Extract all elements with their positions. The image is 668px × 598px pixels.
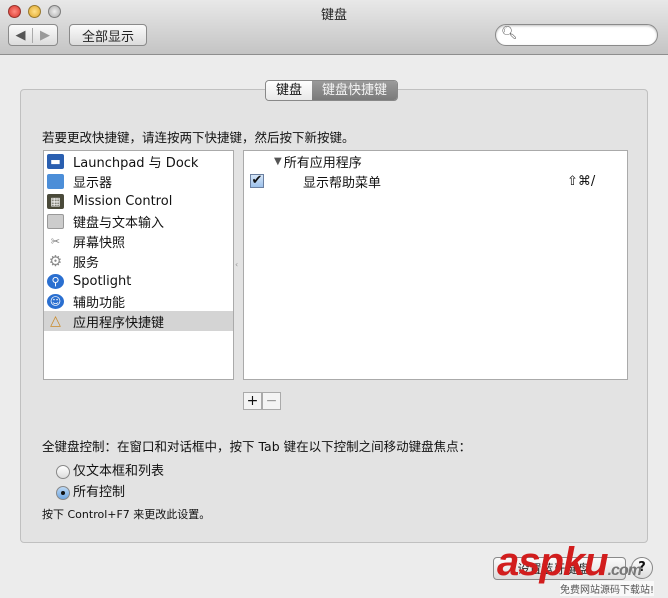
disclosure-triangle-icon[interactable]: ▼ <box>274 156 282 167</box>
screenshot-icon: ✂ <box>50 234 61 248</box>
search-icon: 🔍︎ <box>501 26 518 41</box>
group-all-applications[interactable]: ▼ 所有应用程序 <box>244 151 627 171</box>
mission-control-icon: ▦ <box>47 193 64 209</box>
accessibility-icon: ☺ <box>47 293 64 309</box>
back-forward-control: ◀ ▶ <box>8 24 58 46</box>
radio-selected-icon[interactable] <box>56 485 70 500</box>
watermark-logo: aspku.com <box>497 540 642 584</box>
keyboard-icon <box>47 213 64 229</box>
shortcut-list[interactable]: ▼ 所有应用程序 ✔ 显示帮助菜单 ⇧⌘/ <box>243 150 628 380</box>
sidebar-item-services[interactable]: ⚙ 服务 <box>44 251 233 271</box>
sidebar-item-screenshots[interactable]: ✂ 屏幕快照 <box>44 231 233 251</box>
tab-keyboard[interactable]: 键盘 <box>266 81 313 100</box>
shortcut-checkbox[interactable]: ✔ <box>250 174 264 188</box>
remove-button[interactable]: − <box>262 392 281 410</box>
app-shortcuts-icon: △ <box>50 313 61 329</box>
sidebar-item-keyboard-text[interactable]: 键盘与文本输入 <box>44 211 233 231</box>
display-icon <box>47 173 64 189</box>
sidebar-item-mission-control[interactable]: ▦ Mission Control <box>44 191 233 211</box>
radio-all-controls[interactable]: 所有控制 <box>56 481 125 500</box>
back-button[interactable]: ◀ <box>9 27 33 43</box>
sidebar-item-launchpad-dock[interactable]: ▬ Launchpad 与 Dock <box>44 151 233 171</box>
split-handle[interactable]: ‹ <box>235 260 238 269</box>
sidebar-item-spotlight[interactable]: ⚲ Spotlight <box>44 271 233 291</box>
category-list[interactable]: ▬ Launchpad 与 Dock 显示器 ▦ Mission Control 键… <box>43 150 234 380</box>
search-input[interactable]: 🔍︎ <box>495 24 658 46</box>
forward-button[interactable]: ▶ <box>33 28 57 43</box>
shortcut-keys[interactable]: ⇧⌘/ <box>567 174 595 189</box>
full-keyboard-note: 按下 Control+F7 来更改此设置。 <box>42 508 211 521</box>
sidebar-item-app-shortcuts[interactable]: △ 应用程序快捷键 <box>44 311 233 331</box>
title-bar: 键盘 ◀ ▶ 全部显示 🔍︎ <box>0 0 668 55</box>
radio-text-boxes-lists[interactable]: 仅文本框和列表 <box>56 460 164 479</box>
watermark-subtext: 免费网站源码下载站! <box>560 581 655 596</box>
tab-bar: 键盘 键盘快捷键 <box>265 80 399 101</box>
window-title: 键盘 <box>320 8 347 23</box>
add-button[interactable]: + <box>243 392 262 410</box>
sidebar-item-display[interactable]: 显示器 <box>44 171 233 191</box>
gear-icon: ⚙ <box>48 252 63 270</box>
tab-keyboard-shortcuts[interactable]: 键盘快捷键 <box>312 81 398 100</box>
instruction-text: 若要更改快捷键，请连按两下快捷键，然后按下新按键。 <box>42 130 355 145</box>
show-all-button[interactable]: 全部显示 <box>69 24 147 46</box>
radio-icon[interactable] <box>56 464 70 479</box>
spotlight-icon: ⚲ <box>47 273 64 289</box>
shortcut-row[interactable]: ✔ 显示帮助菜单 ⇧⌘/ <box>244 171 627 191</box>
full-keyboard-label: 全键盘控制：在窗口和对话框中，按下 Tab 键在以下控制之间移动键盘焦点： <box>42 439 472 454</box>
launchpad-dock-icon: ▬ <box>47 153 64 169</box>
sidebar-item-accessibility[interactable]: ☺ 辅助功能 <box>44 291 233 311</box>
